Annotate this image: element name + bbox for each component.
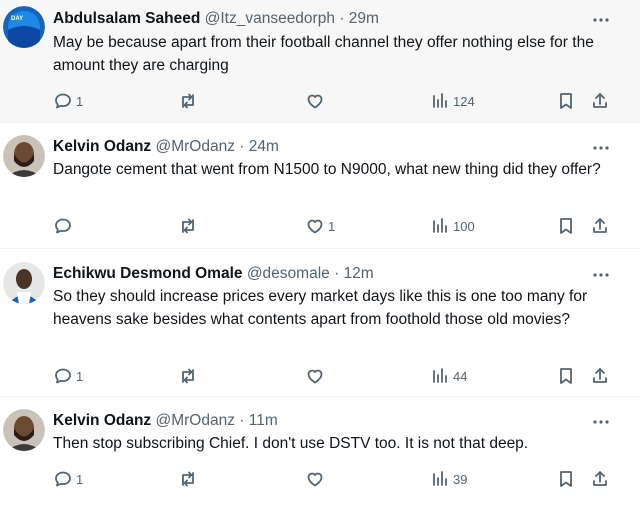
reply-feed: DAY Abdulsalam Saheed @Itz_vanseedorph ·… xyxy=(0,0,640,512)
avatar[interactable]: DAY xyxy=(3,6,45,48)
bookmark-icon xyxy=(560,471,572,487)
bookmark-icon xyxy=(560,93,572,109)
analytics-icon xyxy=(433,93,447,108)
display-name[interactable]: Kelvin Odanz xyxy=(53,138,151,155)
separator-dot: · xyxy=(334,265,340,282)
heart-icon xyxy=(307,369,323,384)
views-button[interactable]: 100 xyxy=(430,216,475,236)
share-icon xyxy=(593,368,607,383)
avatar[interactable] xyxy=(3,135,45,177)
views-button[interactable]: 44 xyxy=(430,366,467,386)
reply-count: 1 xyxy=(76,93,84,109)
reply-button[interactable] xyxy=(53,216,76,236)
avatar-logo-text: DAY xyxy=(11,16,23,22)
heart-icon xyxy=(307,94,323,109)
like-button[interactable] xyxy=(305,469,328,489)
more-options-icon[interactable] xyxy=(592,139,610,157)
display-name[interactable]: Kelvin Odanz xyxy=(53,412,151,429)
view-count: 124 xyxy=(453,93,475,109)
separator-dot: · xyxy=(339,10,345,27)
display-name[interactable]: Abdulsalam Saheed xyxy=(53,10,200,27)
like-button[interactable] xyxy=(305,91,328,111)
repost-button[interactable] xyxy=(178,216,201,236)
share-button[interactable] xyxy=(590,469,610,489)
tweet-text: So they should increase prices every mar… xyxy=(53,288,588,328)
user-handle[interactable]: @desomale xyxy=(247,265,330,282)
share-button[interactable] xyxy=(590,91,610,111)
share-icon xyxy=(593,471,607,486)
tweet[interactable]: Echikwu Desmond Omale @desomale · 12m So… xyxy=(0,249,640,397)
reply-count: 1 xyxy=(76,368,84,384)
views-button[interactable]: 39 xyxy=(430,469,467,489)
bookmark-button[interactable] xyxy=(556,91,576,111)
like-button[interactable] xyxy=(305,366,328,386)
analytics-icon xyxy=(433,368,447,383)
more-options-icon[interactable] xyxy=(592,413,610,431)
like-count: 1 xyxy=(328,218,336,234)
repost-icon xyxy=(182,471,194,487)
avatar[interactable] xyxy=(3,409,45,451)
views-button[interactable]: 124 xyxy=(430,91,475,111)
tweet-header: Abdulsalam Saheed @Itz_vanseedorph · 29m xyxy=(53,9,379,29)
avatar[interactable] xyxy=(3,262,45,304)
tweet-header: Kelvin Odanz @MrOdanz · 24m xyxy=(53,137,279,157)
like-button[interactable]: 1 xyxy=(305,216,335,236)
repost-icon xyxy=(182,93,194,109)
share-button[interactable] xyxy=(590,216,610,236)
heart-icon xyxy=(307,219,323,234)
heart-icon xyxy=(307,472,323,487)
repost-icon xyxy=(182,368,194,384)
timestamp[interactable]: 29m xyxy=(349,10,379,27)
timestamp[interactable]: 24m xyxy=(249,138,279,155)
more-options-icon[interactable] xyxy=(592,266,610,284)
bookmark-button[interactable] xyxy=(556,216,576,236)
analytics-icon xyxy=(433,218,447,233)
separator-dot: · xyxy=(239,412,245,429)
tweet-header: Kelvin Odanz @MrOdanz · 11m xyxy=(53,411,278,431)
reply-icon xyxy=(55,93,71,109)
analytics-icon xyxy=(433,471,447,486)
bookmark-button[interactable] xyxy=(556,366,576,386)
tweet[interactable]: DAY Abdulsalam Saheed @Itz_vanseedorph ·… xyxy=(0,0,640,123)
tweet-text: Then stop subscribing Chief. I don't use… xyxy=(53,435,529,452)
repost-button[interactable] xyxy=(178,366,201,386)
view-count: 44 xyxy=(453,368,468,384)
user-handle[interactable]: @MrOdanz xyxy=(156,138,235,155)
repost-button[interactable] xyxy=(178,469,201,489)
more-options-icon[interactable] xyxy=(592,11,610,29)
tweet-header: Echikwu Desmond Omale @desomale · 12m xyxy=(53,264,374,284)
reply-icon xyxy=(55,218,71,234)
tweet[interactable]: Kelvin Odanz @MrOdanz · 11m Then stop su… xyxy=(0,397,640,512)
view-count: 100 xyxy=(453,218,475,234)
share-icon xyxy=(593,93,607,108)
tweet-text: Dangote cement that went from N1500 to N… xyxy=(53,161,601,178)
timestamp[interactable]: 11m xyxy=(249,412,278,429)
reply-icon xyxy=(55,471,71,487)
tweet-text: May be because apart from their football… xyxy=(53,34,594,74)
share-button[interactable] xyxy=(590,366,610,386)
bookmark-button[interactable] xyxy=(556,469,576,489)
timestamp[interactable]: 12m xyxy=(344,265,374,282)
reply-icon xyxy=(55,368,71,384)
tweet[interactable]: Kelvin Odanz @MrOdanz · 24m Dangote ceme… xyxy=(0,123,640,249)
repost-icon xyxy=(182,218,194,234)
bookmark-icon xyxy=(560,218,572,234)
display-name[interactable]: Echikwu Desmond Omale xyxy=(53,265,243,282)
bookmark-icon xyxy=(560,368,572,384)
reply-button[interactable]: 1 xyxy=(53,91,83,111)
reply-count: 1 xyxy=(76,471,84,487)
user-handle[interactable]: @MrOdanz xyxy=(156,412,235,429)
view-count: 39 xyxy=(453,471,468,487)
user-handle[interactable]: @Itz_vanseedorph xyxy=(205,10,335,27)
share-icon xyxy=(593,218,607,233)
separator-dot: · xyxy=(239,138,245,155)
reply-button[interactable]: 1 xyxy=(53,366,83,386)
repost-button[interactable] xyxy=(178,91,201,111)
reply-button[interactable]: 1 xyxy=(53,469,83,489)
